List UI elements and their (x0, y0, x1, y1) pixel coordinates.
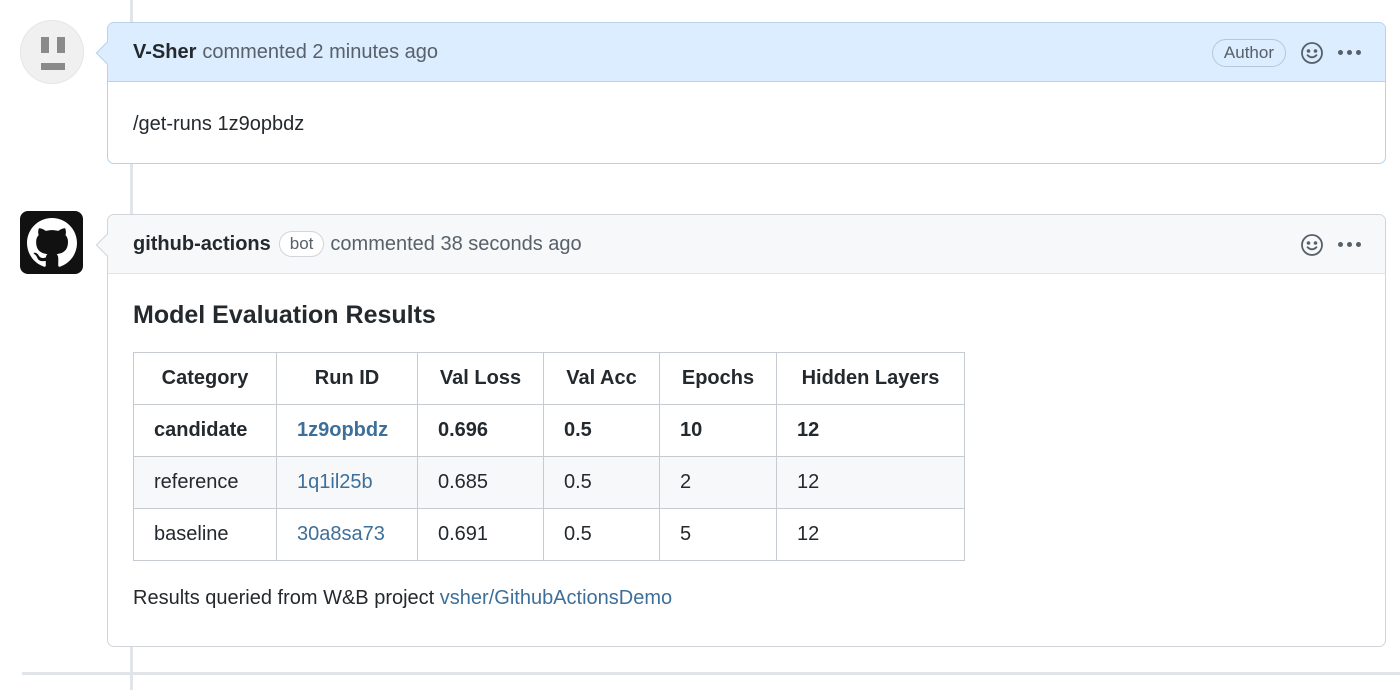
comment-timestamp[interactable]: commented 2 minutes ago (202, 41, 438, 64)
timeline: V-Sher commented 2 minutes ago Author /g… (0, 0, 1400, 690)
table-header-cell: Hidden Layers (776, 352, 965, 405)
results-table: Category Run ID Val Loss Val Acc Epochs … (133, 352, 965, 561)
table-header-row: Category Run ID Val Loss Val Acc Epochs … (133, 352, 965, 405)
comment-timestamp[interactable]: commented 38 seconds ago (330, 233, 581, 256)
comment-bot: github-actions bot commented 38 seconds … (95, 214, 1386, 647)
smiley-icon[interactable] (1300, 41, 1324, 65)
kebab-horizontal-icon[interactable] (1338, 233, 1361, 257)
table-cell: 12 (776, 508, 965, 561)
table-header-cell: Val Acc (543, 352, 660, 405)
table-header-cell: Val Loss (417, 352, 544, 405)
table-row: baseline 30a8sa73 0.691 0.5 5 12 (133, 508, 965, 561)
table-cell: 5 (659, 508, 777, 561)
table-header-cell: Run ID (276, 352, 418, 405)
comment-author-name[interactable]: V-Sher (133, 41, 196, 64)
table-cell: reference (133, 456, 277, 509)
table-cell: 2 (659, 456, 777, 509)
table-row: reference 1q1il25b 0.685 0.5 2 12 (133, 456, 965, 509)
run-id-link[interactable]: 1q1il25b (297, 471, 373, 493)
table-cell: 0.696 (417, 404, 544, 457)
results-heading: Model Evaluation Results (133, 301, 436, 329)
comment-header: github-actions bot commented 38 seconds … (108, 215, 1385, 274)
table-cell: 1z9opbdz (276, 404, 418, 457)
github-mark-icon[interactable] (20, 211, 83, 274)
smiley-icon[interactable] (1300, 233, 1324, 257)
table-cell: 30a8sa73 (276, 508, 418, 561)
table-cell: 0.5 (543, 508, 660, 561)
results-footnote: Results queried from W&B project vsher/G… (133, 587, 1360, 610)
kebab-horizontal-icon[interactable] (1338, 41, 1361, 65)
run-id-link[interactable]: 1z9opbdz (297, 419, 388, 441)
timeline-divider (22, 672, 1400, 675)
comment-author-name[interactable]: github-actions (133, 233, 271, 256)
table-cell: candidate (133, 404, 277, 457)
author-badge: Author (1211, 38, 1286, 67)
table-header-cell: Epochs (659, 352, 777, 405)
table-cell: 12 (776, 456, 965, 509)
table-row: candidate 1z9opbdz 0.696 0.5 10 12 (133, 404, 965, 457)
avatar[interactable] (20, 20, 84, 84)
project-link[interactable]: vsher/GithubActionsDemo (440, 587, 672, 609)
footnote-text: Results queried from W&B project (133, 587, 435, 609)
bot-badge: bot (278, 231, 325, 257)
table-cell: 10 (659, 404, 777, 457)
table-cell: baseline (133, 508, 277, 561)
run-id-link[interactable]: 30a8sa73 (297, 523, 385, 545)
table-cell: 0.5 (543, 456, 660, 509)
table-cell: 1q1il25b (276, 456, 418, 509)
comment-body: Model Evaluation Results Category Run ID… (108, 274, 1385, 610)
comment-body: /get-runs 1z9opbdz (133, 113, 305, 135)
table-cell: 0.691 (417, 508, 544, 561)
table-cell: 12 (776, 404, 965, 457)
table-header-cell: Category (133, 352, 277, 405)
table-cell: 0.5 (543, 404, 660, 457)
comment-author: V-Sher commented 2 minutes ago Author /g… (95, 22, 1386, 164)
comment-header: V-Sher commented 2 minutes ago Author (108, 23, 1385, 82)
table-cell: 0.685 (417, 456, 544, 509)
